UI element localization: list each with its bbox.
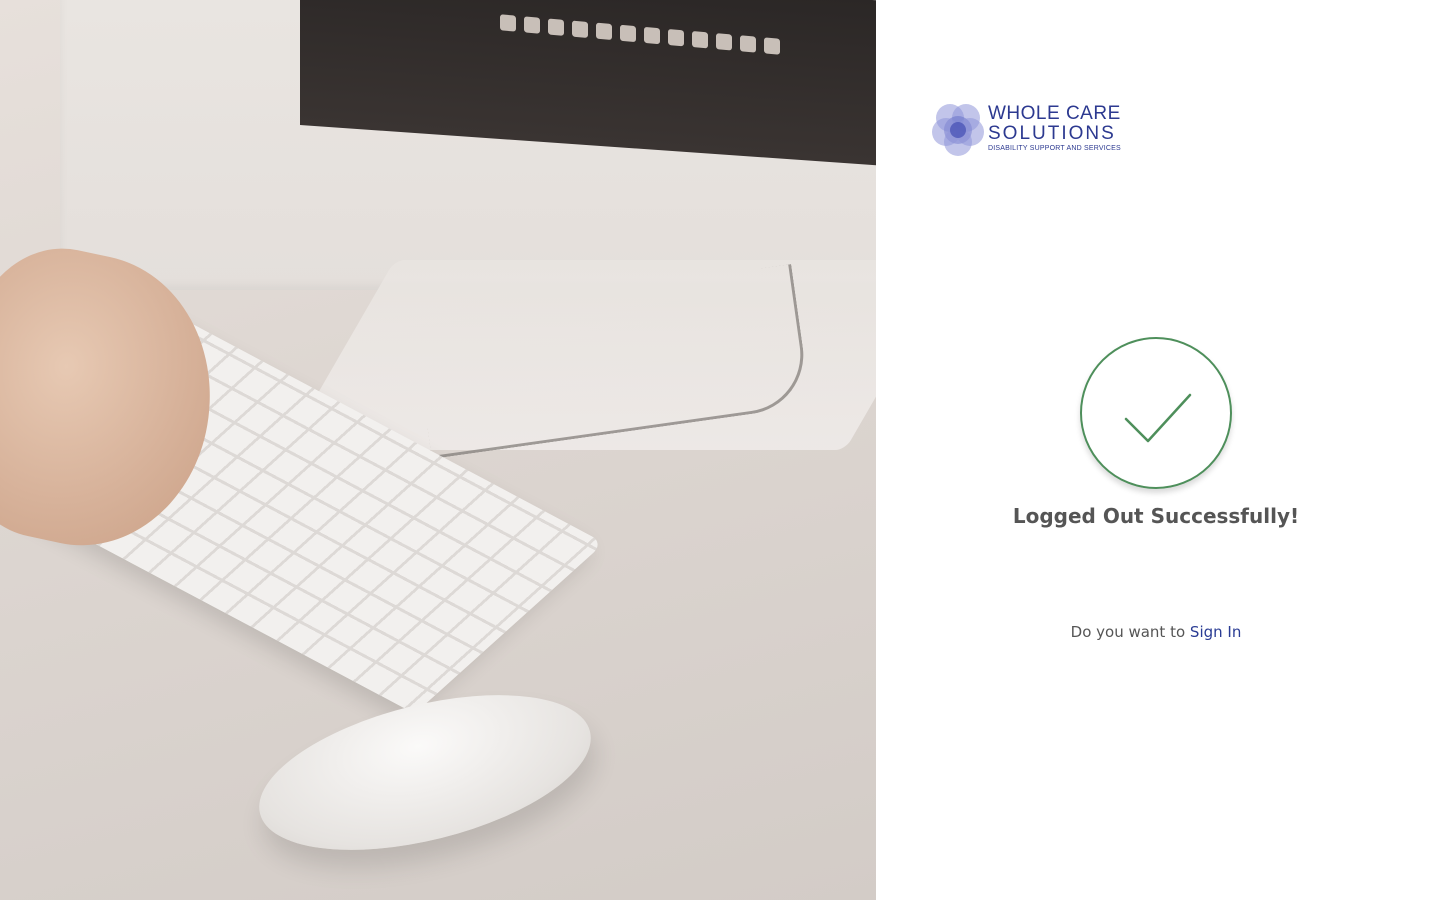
signin-prompt-text: Do you want to xyxy=(1070,623,1190,641)
apple-logo-icon xyxy=(504,106,544,174)
brand-logo: WHOLE CARE SOLUTIONS DISABILITY SUPPORT … xyxy=(928,100,1128,160)
brand-tagline: DISABILITY SUPPORT AND SERVICES xyxy=(988,145,1121,152)
sign-in-link[interactable]: Sign In xyxy=(1190,623,1241,641)
brand-text: WHOLE CARE SOLUTIONS DISABILITY SUPPORT … xyxy=(988,104,1121,154)
success-check-icon xyxy=(1080,337,1232,489)
brand-name-line1: WHOLE CARE xyxy=(988,103,1121,124)
hero-image xyxy=(0,0,876,900)
logo-mark-icon xyxy=(932,104,984,156)
brand-name-line2: SOLUTIONS xyxy=(988,123,1116,144)
logout-panel: WHOLE CARE SOLUTIONS DISABILITY SUPPORT … xyxy=(876,0,1440,900)
signin-prompt: Do you want to Sign In xyxy=(876,623,1436,641)
logout-page: WHOLE CARE SOLUTIONS DISABILITY SUPPORT … xyxy=(0,0,1440,900)
logout-status-title: Logged Out Successfully! xyxy=(1012,504,1300,528)
